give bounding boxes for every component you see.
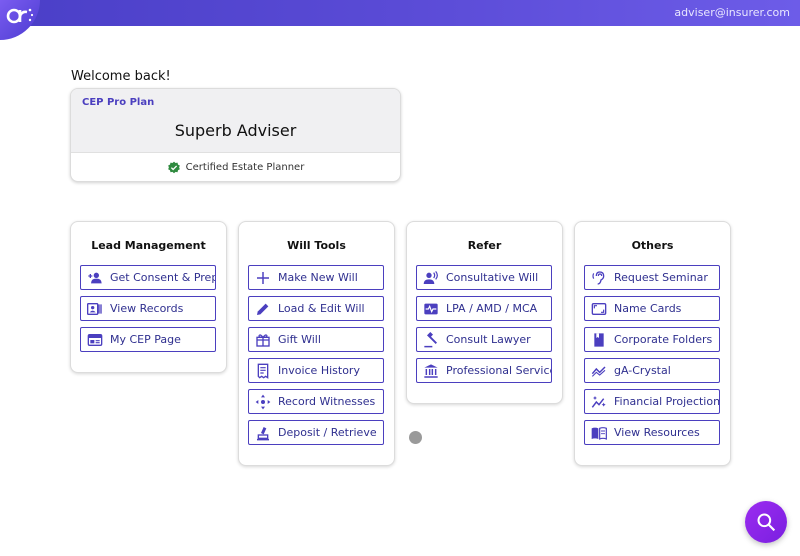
pencil-icon	[255, 301, 271, 317]
button-label: Professional Services	[446, 364, 552, 377]
vault-icon	[255, 425, 271, 441]
record-witnesses-button[interactable]: Record Witnesses	[248, 389, 384, 414]
button-label: Consultative Will	[446, 271, 539, 284]
plus-icon	[255, 270, 271, 286]
open-book-icon	[591, 425, 607, 441]
search-icon	[756, 512, 776, 532]
ga-crystal-button[interactable]: gA-Crystal	[584, 358, 720, 383]
deposit-retrieve-button[interactable]: Deposit / Retrieve	[248, 420, 384, 445]
section-title: Others	[631, 239, 674, 252]
search-fab-button[interactable]	[745, 501, 787, 543]
button-label: Load & Edit Will	[278, 302, 365, 315]
certification-label: Certified Estate Planner	[185, 162, 305, 173]
button-label: Request Seminar	[614, 271, 708, 284]
professional-services-button[interactable]: Professional Services	[416, 358, 552, 383]
section-lead-management: Lead Management Get Consent & Prep. View…	[70, 221, 227, 373]
button-label: Name Cards	[614, 302, 682, 315]
plan-card-header: CEP Pro Plan Superb Adviser	[71, 89, 400, 153]
button-label: My CEP Page	[110, 333, 181, 346]
invoice-history-button[interactable]: Invoice History	[248, 358, 384, 383]
financial-projections-button[interactable]: Financial Projections	[584, 389, 720, 414]
button-label: Invoice History	[278, 364, 360, 377]
receipt-icon	[255, 363, 271, 379]
id-card-icon	[87, 301, 103, 317]
section-refer: Refer Consultative Will LPA / AMD / MCA …	[406, 221, 563, 404]
speaking-person-icon	[423, 270, 439, 286]
corporate-folders-button[interactable]: Corporate Folders	[584, 327, 720, 352]
button-label: Make New Will	[278, 271, 358, 284]
trend-icon	[591, 363, 607, 379]
sparkle-chart-icon	[591, 394, 607, 410]
plan-name: CEP Pro Plan	[82, 97, 155, 108]
section-others: Others Request Seminar Name Cards Corpor…	[574, 221, 731, 466]
button-label: Financial Projections	[614, 395, 720, 408]
gift-will-button[interactable]: Gift Will	[248, 327, 384, 352]
plan-card: CEP Pro Plan Superb Adviser Certified Es…	[70, 88, 401, 182]
view-records-button[interactable]: View Records	[80, 296, 216, 321]
consult-lawyer-button[interactable]: Consult Lawyer	[416, 327, 552, 352]
button-label: Get Consent & Prep.	[110, 271, 216, 284]
button-label: Consult Lawyer	[446, 333, 531, 346]
view-resources-button[interactable]: View Resources	[584, 420, 720, 445]
add-person-icon	[87, 270, 103, 286]
adviser-name: Superb Adviser	[174, 121, 297, 140]
button-label: gA-Crystal	[614, 364, 671, 377]
request-seminar-button[interactable]: Request Seminar	[584, 265, 720, 290]
plan-card-footer: Certified Estate Planner	[71, 153, 400, 181]
web-page-icon	[87, 332, 103, 348]
button-label: View Resources	[614, 426, 700, 439]
folder-book-icon	[591, 332, 607, 348]
button-label: Corporate Folders	[614, 333, 713, 346]
hearing-icon	[591, 270, 607, 286]
section-title: Will Tools	[287, 239, 346, 252]
button-label: Record Witnesses	[278, 395, 376, 408]
my-cep-page-button[interactable]: My CEP Page	[80, 327, 216, 352]
health-monitor-icon	[423, 301, 439, 317]
top-bar: adviser@insurer.com	[0, 0, 800, 26]
button-label: Deposit / Retrieve	[278, 426, 377, 439]
get-consent-button[interactable]: Get Consent & Prep.	[80, 265, 216, 290]
bank-icon	[423, 363, 439, 379]
button-label: LPA / AMD / MCA	[446, 302, 538, 315]
lpa-amd-mca-button[interactable]: LPA / AMD / MCA	[416, 296, 552, 321]
brand-logo-icon[interactable]	[0, 0, 40, 40]
name-cards-button[interactable]: Name Cards	[584, 296, 720, 321]
section-title: Lead Management	[91, 239, 206, 252]
move-arrows-icon	[255, 394, 271, 410]
make-new-will-button[interactable]: Make New Will	[248, 265, 384, 290]
load-edit-will-button[interactable]: Load & Edit Will	[248, 296, 384, 321]
card-frame-icon	[591, 301, 607, 317]
mouse-cursor	[409, 431, 422, 444]
verified-badge-icon	[167, 161, 181, 175]
button-label: Gift Will	[278, 333, 321, 346]
welcome-message: Welcome back!	[71, 69, 171, 84]
user-email[interactable]: adviser@insurer.com	[674, 6, 790, 19]
section-will-tools: Will Tools Make New Will Load & Edit Wil…	[238, 221, 395, 466]
gavel-icon	[423, 331, 439, 348]
gift-icon	[255, 332, 271, 348]
button-label: View Records	[110, 302, 184, 315]
section-title: Refer	[467, 239, 502, 252]
consultative-will-button[interactable]: Consultative Will	[416, 265, 552, 290]
